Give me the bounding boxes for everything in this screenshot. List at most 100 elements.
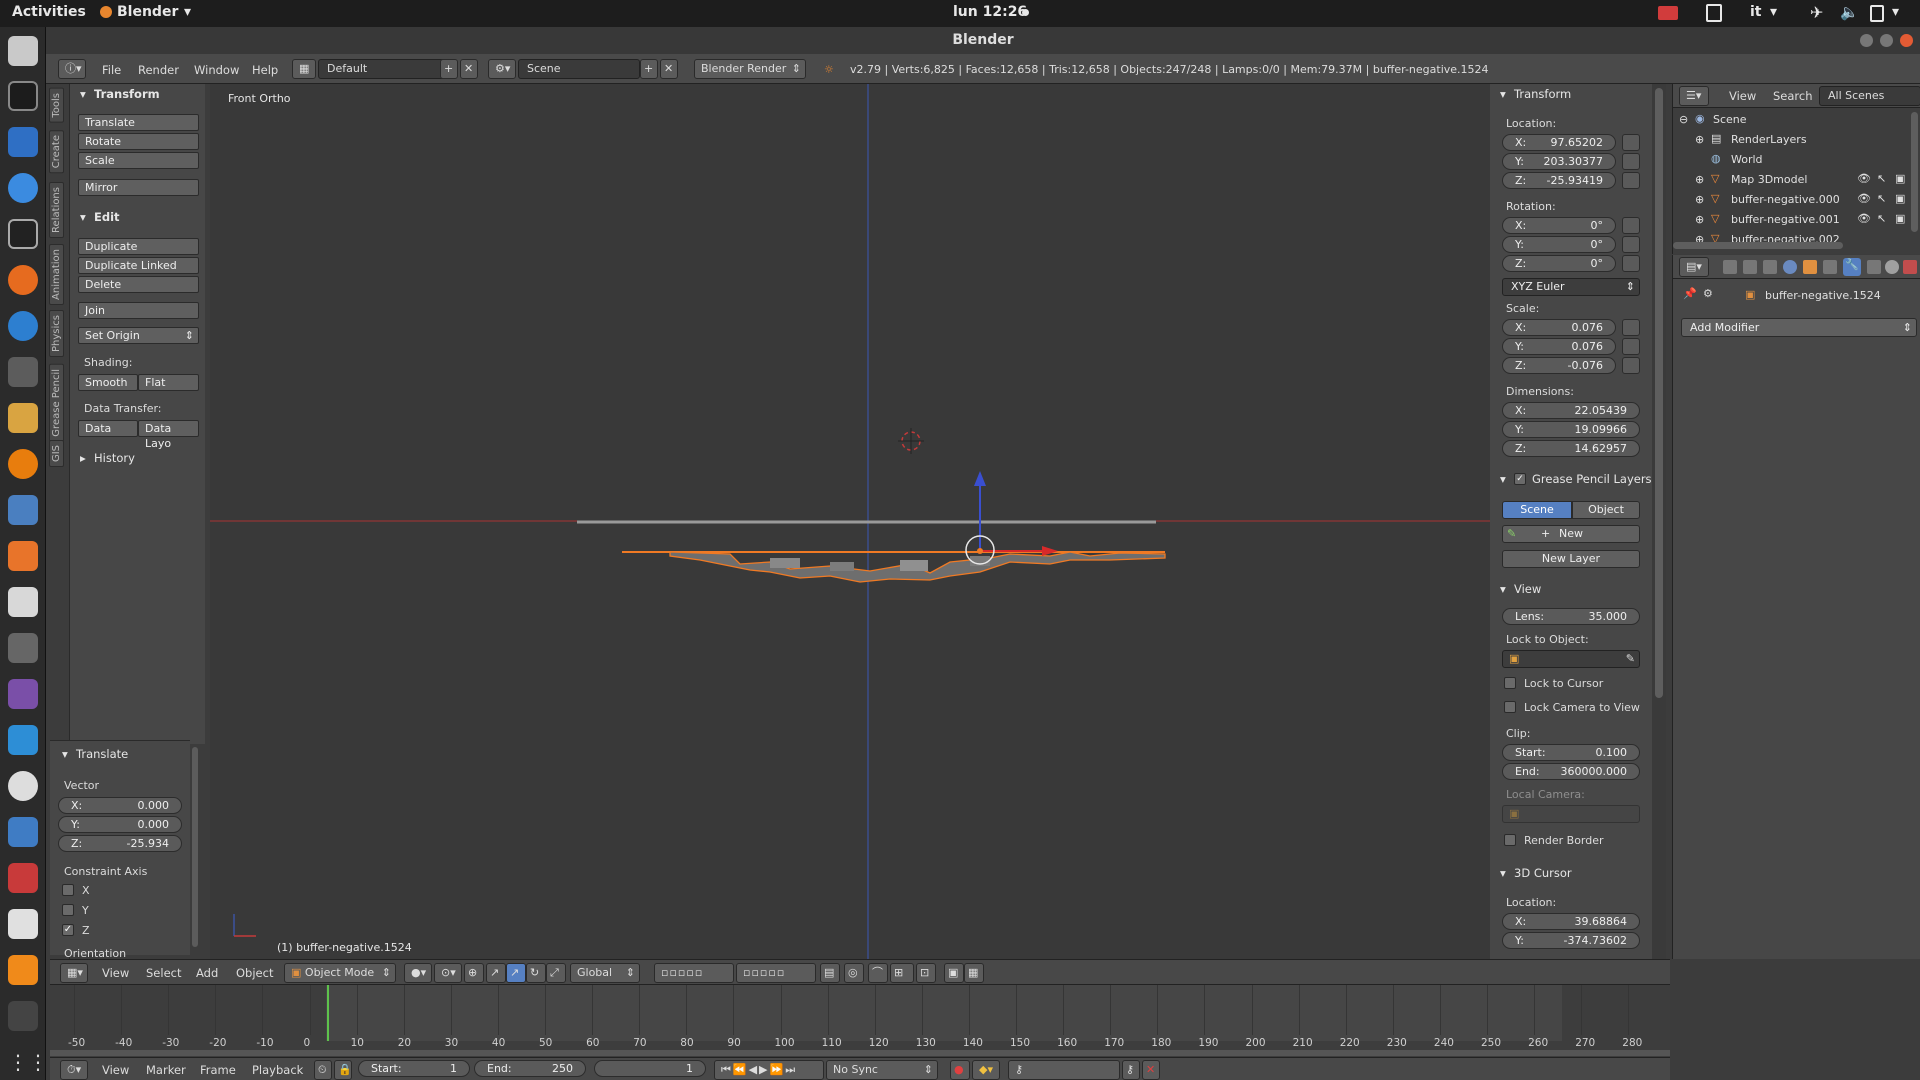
timeline-area[interactable]: -50 -40 -30 -20 -10 0 10 20 30 40 50 60 70 80 90 100 110… (50, 985, 1670, 1057)
eye-icon[interactable]: 👁 (1857, 172, 1871, 185)
collapse-triangle-icon[interactable]: ▾ (1500, 582, 1506, 596)
cursor-select-icon[interactable]: ↖ (1877, 212, 1886, 225)
tab-relations[interactable]: Relations (49, 182, 64, 238)
activities-button[interactable]: Activities (12, 4, 86, 20)
rotation-mode-select[interactable]: XYZ Euler ⇕ (1502, 278, 1640, 296)
scale-button[interactable]: Scale (78, 152, 199, 169)
lock-icon[interactable] (1622, 338, 1640, 355)
menu-window[interactable]: Window (194, 63, 239, 77)
lock-to-cursor-checkbox[interactable] (1504, 677, 1516, 689)
join-button[interactable]: Join (78, 302, 199, 319)
collapse-triangle-icon[interactable]: ▾ (80, 87, 86, 101)
menu-render[interactable]: Render (138, 63, 179, 77)
snap-icon[interactable]: ⌒ (868, 963, 888, 983)
object-tab-icon[interactable] (1803, 260, 1817, 274)
render-border-checkbox[interactable] (1504, 834, 1516, 846)
transform-orientation-select[interactable]: Global ⇕ (570, 963, 640, 983)
mirror-button[interactable]: Mirror (78, 179, 199, 196)
expand-triangle-icon[interactable]: ▸ (80, 451, 86, 465)
add-modifier-select[interactable]: Add Modifier ⇕ (1681, 318, 1917, 337)
constraint-y-checkbox[interactable] (62, 904, 74, 916)
clipboard-icon[interactable] (1706, 4, 1722, 22)
render-camera-icon[interactable]: ▣ (1895, 192, 1905, 205)
cursor-select-icon[interactable]: ↖ (1877, 192, 1886, 205)
gp-object-button[interactable]: Object (1572, 501, 1640, 519)
remove-scene-icon[interactable]: ✕ (660, 59, 678, 79)
clip-end-field[interactable]: End: 360000.000 (1502, 763, 1640, 780)
scale-y-field[interactable]: Y: 0.076 (1502, 338, 1616, 355)
collapse-triangle-icon[interactable]: ▾ (62, 747, 68, 761)
record-icon[interactable]: ● (950, 1060, 970, 1080)
cursor-select-icon[interactable]: ↖ (1877, 172, 1886, 185)
grease-pencil-checkbox[interactable]: ✓ (1514, 473, 1526, 485)
vector-y-field[interactable]: Y: 0.000 (58, 816, 182, 833)
location-x-field[interactable]: X: 97.65202 (1502, 134, 1616, 151)
marker-menu[interactable]: Marker (146, 1063, 186, 1077)
lock-layers-icon[interactable]: ▤ (820, 963, 840, 983)
files-icon[interactable] (8, 36, 38, 66)
volume-icon[interactable]: 🔈 (1840, 3, 1859, 21)
text-editor-icon[interactable] (8, 909, 38, 939)
translate-button[interactable]: Translate (78, 114, 199, 131)
snap-element-icon[interactable]: ⊞ (890, 963, 914, 983)
view-menu[interactable]: View (102, 966, 129, 980)
snap-target-icon[interactable]: ⊡ (916, 963, 936, 983)
clip-start-field[interactable]: Start: 0.100 (1502, 744, 1640, 761)
add-scene-icon[interactable]: + (640, 59, 658, 79)
lock-icon[interactable] (1622, 134, 1640, 151)
history-panel-title[interactable]: History (94, 451, 135, 465)
set-origin-select[interactable]: Set Origin ⇕ (78, 327, 199, 344)
layers-grid-1[interactable]: ▫▫▫▫▫ (654, 963, 734, 983)
gp-new-button[interactable]: ✎ + New (1502, 525, 1640, 543)
new-layer-button[interactable]: New Layer (1502, 550, 1640, 568)
preview-range-icon[interactable]: ⏲ (314, 1060, 332, 1080)
collapse-triangle-icon[interactable]: ▾ (80, 210, 86, 224)
collapse-triangle-icon[interactable]: ▾ (1500, 472, 1506, 486)
properties-scrollbar[interactable] (1652, 84, 1666, 959)
proportional-edit-icon[interactable]: ◎ (844, 963, 864, 983)
expand-icon[interactable]: ⊕ (1695, 193, 1704, 206)
outliner-row-renderlayers[interactable]: ⊕ ▤ RenderLayers (1673, 130, 1920, 149)
sync-select[interactable]: No Sync ⇕ (826, 1060, 938, 1080)
tab-physics[interactable]: Physics (49, 310, 64, 357)
end-frame-field[interactable]: End: 250 (474, 1060, 586, 1077)
expand-icon[interactable]: ⊕ (1695, 133, 1704, 146)
menu-help[interactable]: Help (252, 63, 278, 77)
outliner-row-world[interactable]: ◍ World (1673, 150, 1920, 169)
impress-icon[interactable] (8, 495, 38, 525)
render-tab-icon[interactable] (1723, 260, 1737, 274)
vector-x-field[interactable]: X: 0.000 (58, 797, 182, 814)
drawing-icon[interactable] (8, 403, 38, 433)
rotation-z-field[interactable]: Z: 0° (1502, 255, 1616, 272)
layers-tab-icon[interactable] (1743, 260, 1757, 274)
lock-icon[interactable] (1622, 319, 1640, 336)
camera-icon[interactable] (8, 633, 38, 663)
render-camera-icon[interactable]: ▣ (1895, 212, 1905, 225)
software-center-icon[interactable] (8, 541, 38, 571)
chromium-icon[interactable] (8, 173, 38, 203)
show-apps-icon[interactable]: ⋮⋮ (8, 1047, 48, 1077)
lock-icon[interactable] (1622, 217, 1640, 234)
clock[interactable]: lun 12:26 (953, 4, 1027, 20)
current-frame-field[interactable]: 1 (594, 1060, 706, 1077)
scene-field[interactable]: Scene (518, 59, 640, 79)
constraint-x-checkbox[interactable] (62, 884, 74, 896)
eye-icon[interactable]: 👁 (1857, 192, 1871, 205)
eye-icon[interactable]: 👁 (1857, 212, 1871, 225)
insert-keyframe-icon[interactable]: ⚷ (1122, 1060, 1140, 1080)
outliner-hscroll[interactable] (1673, 242, 1843, 249)
data-transfer-button[interactable]: Data (78, 420, 138, 437)
rotation-x-field[interactable]: X: 0° (1502, 217, 1616, 234)
select-menu[interactable]: Select (146, 966, 181, 980)
vector-z-field[interactable]: Z: -25.934 (58, 835, 182, 852)
outliner-editor-icon[interactable]: ☰▾ (1679, 86, 1709, 106)
render-preview-icon[interactable]: ▣ (944, 963, 964, 983)
tab-tools[interactable]: Tools (49, 88, 64, 123)
lock-icon[interactable] (1622, 236, 1640, 253)
rotation-y-field[interactable]: Y: 0° (1502, 236, 1616, 253)
settings-icon[interactable] (8, 587, 38, 617)
writer-icon[interactable] (8, 127, 38, 157)
timeline-editor-icon[interactable]: ⏱▾ (60, 1060, 88, 1080)
eye-app-icon[interactable] (8, 771, 38, 801)
outliner-row-buffer-001[interactable]: ⊕ ▽ buffer-negative.001 👁 ↖ ▣ (1673, 210, 1920, 229)
